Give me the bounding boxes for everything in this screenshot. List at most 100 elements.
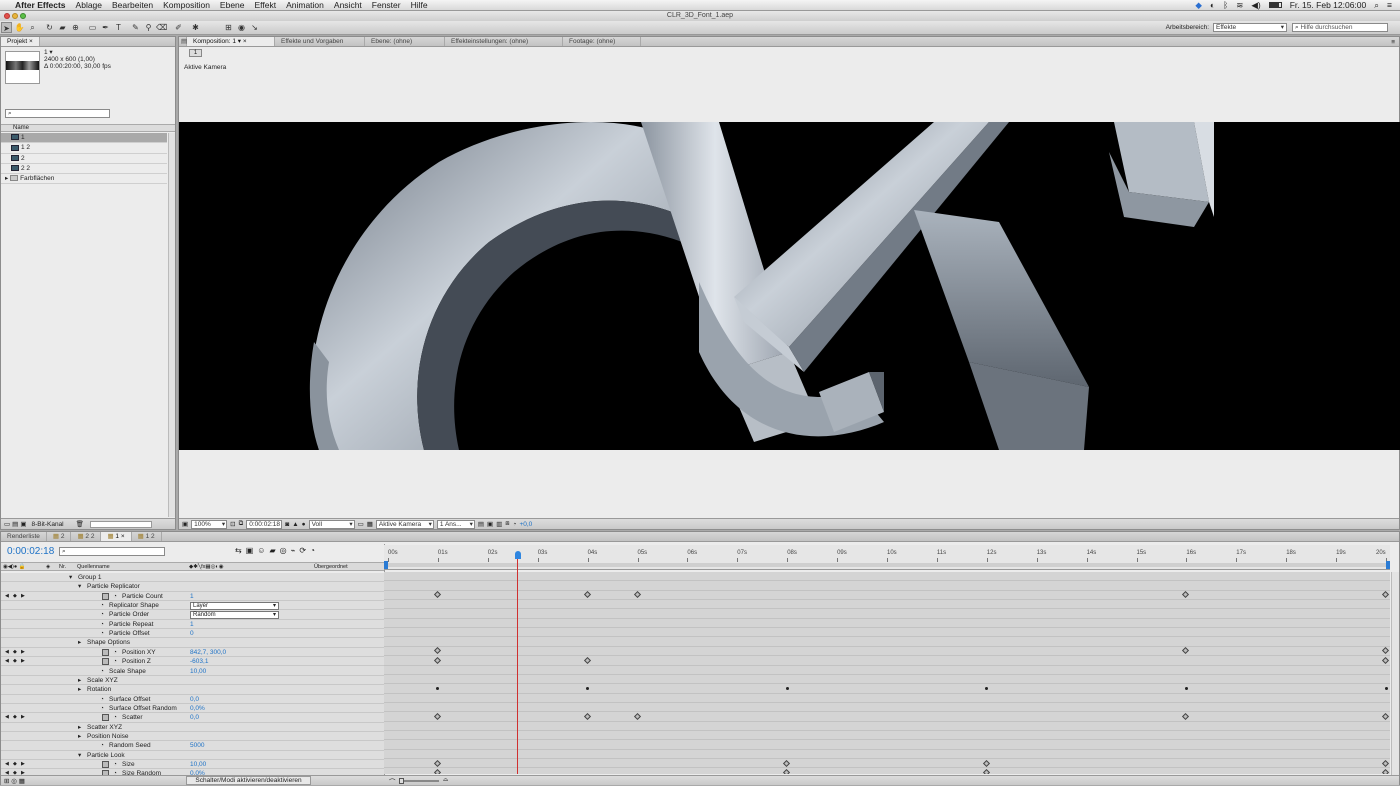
panel-grip-icon[interactable]: ▤ bbox=[179, 37, 187, 46]
timeline-vscrollbar[interactable] bbox=[1391, 572, 1399, 775]
property-row[interactable]: ◀ ◆ ▶ ◔ Size 10,00 bbox=[1, 760, 384, 770]
cti-handle-icon[interactable] bbox=[514, 551, 521, 559]
property-row[interactable]: ◔ Particle Repeat 1 bbox=[1, 620, 384, 630]
comp-mini-flowchart-icon[interactable]: ⇆ bbox=[235, 546, 242, 555]
keyframe-icon[interactable] bbox=[982, 768, 990, 774]
axis-mode-view-icon[interactable]: ↘ bbox=[249, 22, 260, 33]
twirl-closed-icon[interactable]: ▸ bbox=[78, 723, 81, 732]
keyframe-icon[interactable] bbox=[433, 768, 441, 774]
keyframe-prev-icon[interactable]: ◀ bbox=[5, 760, 9, 769]
trash-icon[interactable]: 🗑 bbox=[76, 520, 84, 528]
keyframe-icon[interactable] bbox=[1381, 768, 1390, 774]
property-row[interactable]: ▾ Group 1 bbox=[1, 573, 384, 583]
toggle-switches-modes-button[interactable]: Schalter/Modi aktivieren/deaktivieren bbox=[186, 776, 311, 785]
menu-effekt[interactable]: Effekt bbox=[250, 0, 282, 10]
list-icon[interactable]: ≡ bbox=[1387, 0, 1392, 10]
property-row[interactable]: ◀ ◆ ▶ ◔ Position Z -603,1 bbox=[1, 657, 384, 667]
keyframe-icon[interactable] bbox=[583, 656, 591, 664]
project-item[interactable]: 2 2 bbox=[1, 164, 167, 175]
keyframe-icon[interactable] bbox=[1381, 647, 1390, 655]
viewer-timecode[interactable]: 0:00:02:18 bbox=[246, 519, 283, 529]
type-tool-icon[interactable]: T bbox=[113, 22, 124, 33]
show-channel-icon[interactable]: ▲ bbox=[292, 521, 298, 528]
work-area-start-handle[interactable] bbox=[384, 561, 388, 569]
timeline-tab[interactable]: ▦ 2 2 bbox=[71, 532, 102, 541]
tab-footage[interactable]: Footage: (ohne) bbox=[563, 37, 641, 46]
stopwatch-icon[interactable]: ◔ bbox=[113, 713, 117, 722]
property-row[interactable]: ◔ Replicator Shape Layer ▾ bbox=[1, 601, 384, 611]
tab-composition[interactable]: Komposition: 1 ▾ × bbox=[187, 37, 275, 46]
twirl-closed-icon[interactable]: ▸ bbox=[78, 676, 81, 685]
keyframe-icon[interactable] bbox=[1182, 647, 1190, 655]
twirl-open-icon[interactable]: ▾ bbox=[69, 573, 72, 582]
menubar-clock[interactable]: Fr. 15. Feb 12:06:00 bbox=[1290, 0, 1367, 10]
keyframe-dot-icon[interactable] bbox=[785, 687, 789, 691]
bluetooth-icon[interactable]: ᛒ bbox=[1223, 0, 1228, 10]
keyframe-icon[interactable] bbox=[1182, 591, 1190, 599]
help-search-input[interactable]: ⌕ Hilfe durchsuchen bbox=[1292, 23, 1388, 32]
tab-effects-presets[interactable]: Effekte und Vorgaben bbox=[275, 37, 365, 46]
graph-toggle-icon[interactable] bbox=[102, 714, 109, 722]
graph-toggle-icon[interactable] bbox=[102, 592, 109, 600]
graph-editor-icon[interactable]: ⌁ bbox=[291, 546, 296, 555]
project-item[interactable]: 2 bbox=[1, 154, 167, 164]
bit-depth-button[interactable]: 8-Bit-Kanal bbox=[31, 521, 63, 528]
toggle-pixel-aspect-icon[interactable]: ▤ bbox=[478, 520, 484, 528]
graph-toggle-icon[interactable] bbox=[102, 648, 109, 656]
stopwatch-icon[interactable]: ◔ bbox=[100, 741, 104, 750]
camera-tool-icon[interactable]: ▰ bbox=[57, 22, 68, 33]
new-comp-icon[interactable]: ▣ bbox=[20, 520, 26, 528]
property-row[interactable]: ◔ Surface Offset 0,0 bbox=[1, 695, 384, 704]
keyframe-dot-icon[interactable] bbox=[586, 687, 590, 691]
col-nr-header[interactable]: Nr. bbox=[59, 563, 66, 571]
graph-toggle-icon[interactable] bbox=[102, 658, 109, 666]
keyframe-icon[interactable] bbox=[783, 759, 791, 767]
tab-effect-controls[interactable]: Effekteinstellungen: (ohne) bbox=[445, 37, 563, 46]
snapshot-icon[interactable]: ⧉ bbox=[239, 520, 244, 528]
property-row[interactable]: ▸ Scatter XYZ bbox=[1, 723, 384, 732]
color-channel-icon[interactable]: ● bbox=[302, 521, 306, 528]
menu-hilfe[interactable]: Hilfe bbox=[406, 0, 433, 10]
timeline-zoom-handle[interactable] bbox=[399, 778, 404, 784]
keyframe-add-icon[interactable]: ◆ bbox=[13, 592, 17, 601]
clone-stamp-tool-icon[interactable]: ⚲ bbox=[143, 22, 154, 33]
minimize-window-button[interactable] bbox=[12, 13, 18, 19]
property-value[interactable]: 0 bbox=[190, 629, 194, 638]
menu-fenster[interactable]: Fenster bbox=[367, 0, 406, 10]
safe-zones-icon[interactable]: ⊡ bbox=[230, 520, 235, 528]
property-row[interactable]: ◔ Scale Shape 10,00 bbox=[1, 667, 384, 676]
stopwatch-icon[interactable]: ◔ bbox=[100, 610, 104, 619]
property-row[interactable]: ◀ ◆ ▶ ◔ Particle Count 1 bbox=[1, 592, 384, 602]
keyframe-add-icon[interactable]: ◆ bbox=[13, 648, 17, 657]
stopwatch-icon[interactable]: ◔ bbox=[100, 667, 104, 676]
keyframe-icon[interactable] bbox=[982, 759, 990, 767]
pan-behind-tool-icon[interactable]: ⊕ bbox=[70, 22, 81, 33]
stopwatch-icon[interactable]: ◔ bbox=[113, 648, 117, 657]
menu-bearbeiten[interactable]: Bearbeiten bbox=[107, 0, 158, 10]
keyframe-add-icon[interactable]: ◆ bbox=[13, 760, 17, 769]
puppet-tool-icon[interactable]: ✱ bbox=[190, 22, 201, 33]
property-select[interactable]: Layer ▾ bbox=[190, 602, 279, 610]
keyframe-icon[interactable] bbox=[433, 656, 441, 664]
stopwatch-icon[interactable]: ◔ bbox=[100, 629, 104, 638]
project-search-input[interactable]: ⌕ bbox=[5, 109, 110, 118]
keyframe-next-icon[interactable]: ▶ bbox=[21, 592, 25, 601]
keyframe-icon[interactable] bbox=[633, 591, 641, 599]
stopwatch-icon[interactable]: ◔ bbox=[113, 657, 117, 666]
property-row[interactable]: ▾ Particle Replicator bbox=[1, 582, 384, 592]
pen-tool-icon[interactable]: ✒ bbox=[100, 22, 111, 33]
keyframe-icon[interactable] bbox=[583, 591, 591, 599]
property-row[interactable]: ◔ Random Seed 5000 bbox=[1, 741, 384, 751]
zoom-in-icon[interactable]: ⌓ bbox=[443, 776, 448, 784]
stopwatch-icon[interactable]: ◔ bbox=[113, 592, 117, 601]
brush-tool-icon[interactable]: ✎ bbox=[130, 22, 141, 33]
graph-toggle-icon[interactable] bbox=[102, 761, 109, 768]
rectangle-tool-icon[interactable]: ▭ bbox=[87, 22, 98, 33]
property-row[interactable]: ◀ ◆ ▶ ◔ Scatter 0,0 bbox=[1, 713, 384, 723]
stopwatch-icon[interactable]: ◔ bbox=[100, 695, 104, 704]
property-value[interactable]: 0,0 bbox=[190, 713, 199, 722]
keyframe-icon[interactable] bbox=[433, 591, 441, 599]
selection-tool-icon[interactable]: ➤ bbox=[1, 22, 12, 33]
new-folder-icon[interactable]: ▤ bbox=[12, 520, 18, 528]
av-features-icons[interactable]: ◉◀)● 🔒 bbox=[3, 563, 26, 571]
